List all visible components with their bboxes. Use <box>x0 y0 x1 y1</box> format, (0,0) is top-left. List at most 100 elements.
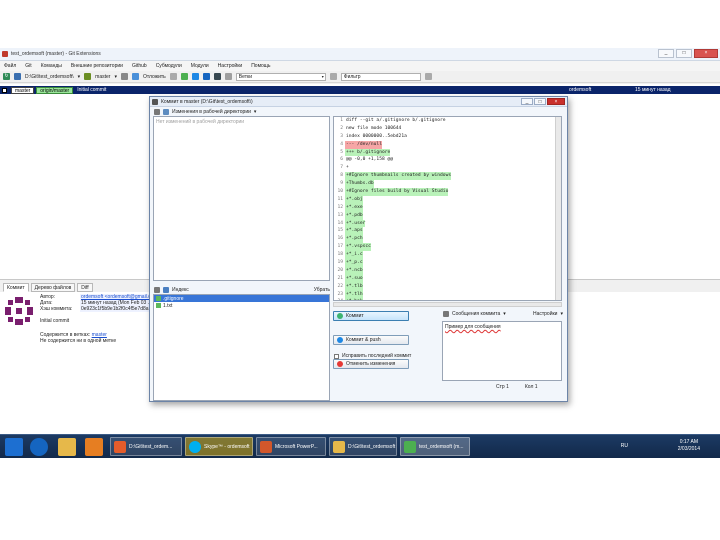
commit-icon[interactable] <box>180 73 188 80</box>
reset-changes-button[interactable]: Отменить изменения <box>333 359 409 369</box>
ie-icon[interactable] <box>30 438 48 456</box>
tray-clock[interactable]: 0:17 AM 2/03/2014 <box>678 439 700 453</box>
taskbar-item[interactable]: Microsoft PowerP... <box>256 437 326 456</box>
minimize-button[interactable]: _ <box>658 49 674 58</box>
commit-date: 15 минут назад <box>635 87 671 93</box>
commit-button[interactable]: Коммит <box>333 311 409 321</box>
branch-label[interactable]: master <box>11 86 35 94</box>
repo-path[interactable]: D:\Git\test_ordemsoft\ <box>25 74 74 80</box>
push-icon <box>337 337 343 343</box>
filter-input[interactable]: Фильтр <box>340 72 421 81</box>
menu-submodules[interactable]: Субмодули <box>156 63 182 69</box>
tab-commit[interactable]: Коммит <box>3 282 29 292</box>
skype-icon <box>189 441 201 453</box>
console-icon[interactable] <box>213 73 221 80</box>
options-dropdown[interactable]: Настройки <box>533 311 558 317</box>
diff-scrollbar[interactable] <box>555 117 561 300</box>
taskbar: D:\Git\test_ordem... Skype™ - ordemsoft … <box>0 434 720 458</box>
tab-file-tree[interactable]: Дерево файлов <box>30 282 76 292</box>
message-icon <box>443 311 449 317</box>
chevron-down-icon[interactable]: ▾ <box>78 74 81 80</box>
diff-line-number: 12 <box>337 204 343 210</box>
amend-checkbox-box[interactable] <box>334 353 339 359</box>
clone-icon[interactable] <box>169 73 177 80</box>
diff-line-number: 18 <box>337 252 343 258</box>
dialog-maximize-button[interactable]: □ <box>534 98 546 105</box>
refresh-icon[interactable]: ↻ <box>3 73 10 80</box>
media-icon[interactable] <box>85 438 103 456</box>
diff-line-text: new file mode 100644 <box>346 125 402 131</box>
commit-push-button[interactable]: Коммит & push <box>333 335 409 345</box>
dialog-minimize-button[interactable]: _ <box>521 98 533 105</box>
maximize-button[interactable]: □ <box>676 49 692 58</box>
chevron-down-icon[interactable]: ▾ <box>114 74 117 80</box>
menu-commands[interactable]: Команды <box>41 63 62 69</box>
commit-info: Автор: ordemsoft <ordemsoft@gmail.com> Да… <box>40 294 162 344</box>
commit-message-text: Пример для сообщения <box>445 324 501 330</box>
options-icon[interactable] <box>424 73 432 80</box>
staged-file-row[interactable]: .gitignore <box>154 295 329 302</box>
branch-filter-combo[interactable]: Ветки ▾ <box>235 72 326 81</box>
chevron-down-icon[interactable]: ▾ <box>560 311 563 317</box>
hash-key: Хэш коммита: <box>40 306 73 312</box>
commit-message-input[interactable]: Пример для сообщения <box>442 321 562 381</box>
diff-line-text: @@ -0,0 +1,158 @@ <box>346 157 394 163</box>
menu-file[interactable]: Файл <box>4 63 16 69</box>
chevron-down-icon[interactable]: ▾ <box>254 109 257 115</box>
stash-button[interactable]: Отложить <box>143 74 166 80</box>
menu-github[interactable]: Github <box>132 63 147 69</box>
menu-help[interactable]: Помощь <box>251 63 270 69</box>
menu-plugins[interactable]: Модули <box>191 63 209 69</box>
dialog-close-button[interactable]: × <box>547 98 565 105</box>
diff-horizontal-scrollbar[interactable] <box>333 302 562 307</box>
menu-settings[interactable]: Настройки <box>218 63 243 69</box>
diff-line-number: 1 <box>340 118 343 123</box>
taskbar-item[interactable]: test_ordemsoft (m... <box>400 437 470 456</box>
tab-diff[interactable]: Diff <box>77 282 93 292</box>
staged-files-list[interactable]: .gitignore 1.txt <box>153 294 330 401</box>
diff-line-text: +++ b/.gitignore <box>345 148 391 157</box>
repo-icon[interactable] <box>14 73 21 80</box>
filter-icon[interactable] <box>329 73 337 80</box>
stage-icon[interactable] <box>154 286 160 293</box>
explorer-icon[interactable] <box>58 438 76 456</box>
unstaged-files-list[interactable]: Нет изменений в рабочей директории <box>153 116 330 281</box>
taskbar-item[interactable]: D:\Git\test_ordem... <box>110 437 182 456</box>
amend-checkbox[interactable]: Исправить последний коммит <box>334 353 411 359</box>
diff-line-number: 21 <box>337 275 343 281</box>
menu-remotes[interactable]: Внешние репозитории <box>71 63 123 69</box>
push-icon[interactable] <box>202 73 210 80</box>
start-icon[interactable] <box>5 438 23 456</box>
taskbar-item[interactable]: Skype™ - ordemsoft <box>185 437 253 456</box>
filter-icon[interactable] <box>163 109 169 115</box>
commit-author: ordemsoft <box>569 87 592 93</box>
staged-file-row[interactable]: 1.txt <box>154 302 329 309</box>
unstage-button[interactable]: Убрать <box>314 287 330 293</box>
language-indicator[interactable]: RU <box>621 443 628 450</box>
reset-icon <box>337 361 343 367</box>
search-icon[interactable] <box>224 73 232 80</box>
diff-line: 7 + <box>334 164 561 172</box>
diff-line-text: index 0000000..5ebd21a <box>346 133 407 139</box>
remote-branch-label[interactable]: origin/master <box>36 86 74 94</box>
unstage-icon[interactable] <box>304 286 311 293</box>
unstaged-dropdown[interactable]: Изменения в рабочей директории <box>172 109 251 115</box>
taskbar-item[interactable]: D:\Git\test_ordemsoft <box>329 437 397 456</box>
diff-viewer[interactable]: 1 diff --git a/.gitignore b/.gitignore 2 ne… <box>333 116 562 301</box>
commit-messages-dropdown[interactable]: Сообщения коммита <box>452 311 500 317</box>
selected-commit-row[interactable]: master origin/master Initial commit orde… <box>0 86 720 94</box>
diff-line-number: 11 <box>337 196 343 202</box>
branch-name[interactable]: master <box>95 74 110 80</box>
pull-icon[interactable] <box>191 73 199 80</box>
menu-git[interactable]: Git <box>25 63 31 69</box>
unstaged-placeholder: Нет изменений в рабочей директории <box>156 119 245 125</box>
stash-icon[interactable] <box>131 73 139 80</box>
commit-dialog: Коммит в master (D:\Git\test_ordemsoft\)… <box>149 96 568 402</box>
close-button[interactable]: × <box>694 49 718 58</box>
diff-line: 3 index 0000000..5ebd21a <box>334 133 561 141</box>
settings-icon[interactable] <box>120 73 128 80</box>
main-window-titlebar: test_ordemsoft (master) - Git Extensions… <box>0 48 720 61</box>
diff-line-number: 14 <box>337 220 343 226</box>
refresh-icon[interactable] <box>154 109 160 115</box>
chevron-down-icon[interactable]: ▾ <box>503 311 506 317</box>
